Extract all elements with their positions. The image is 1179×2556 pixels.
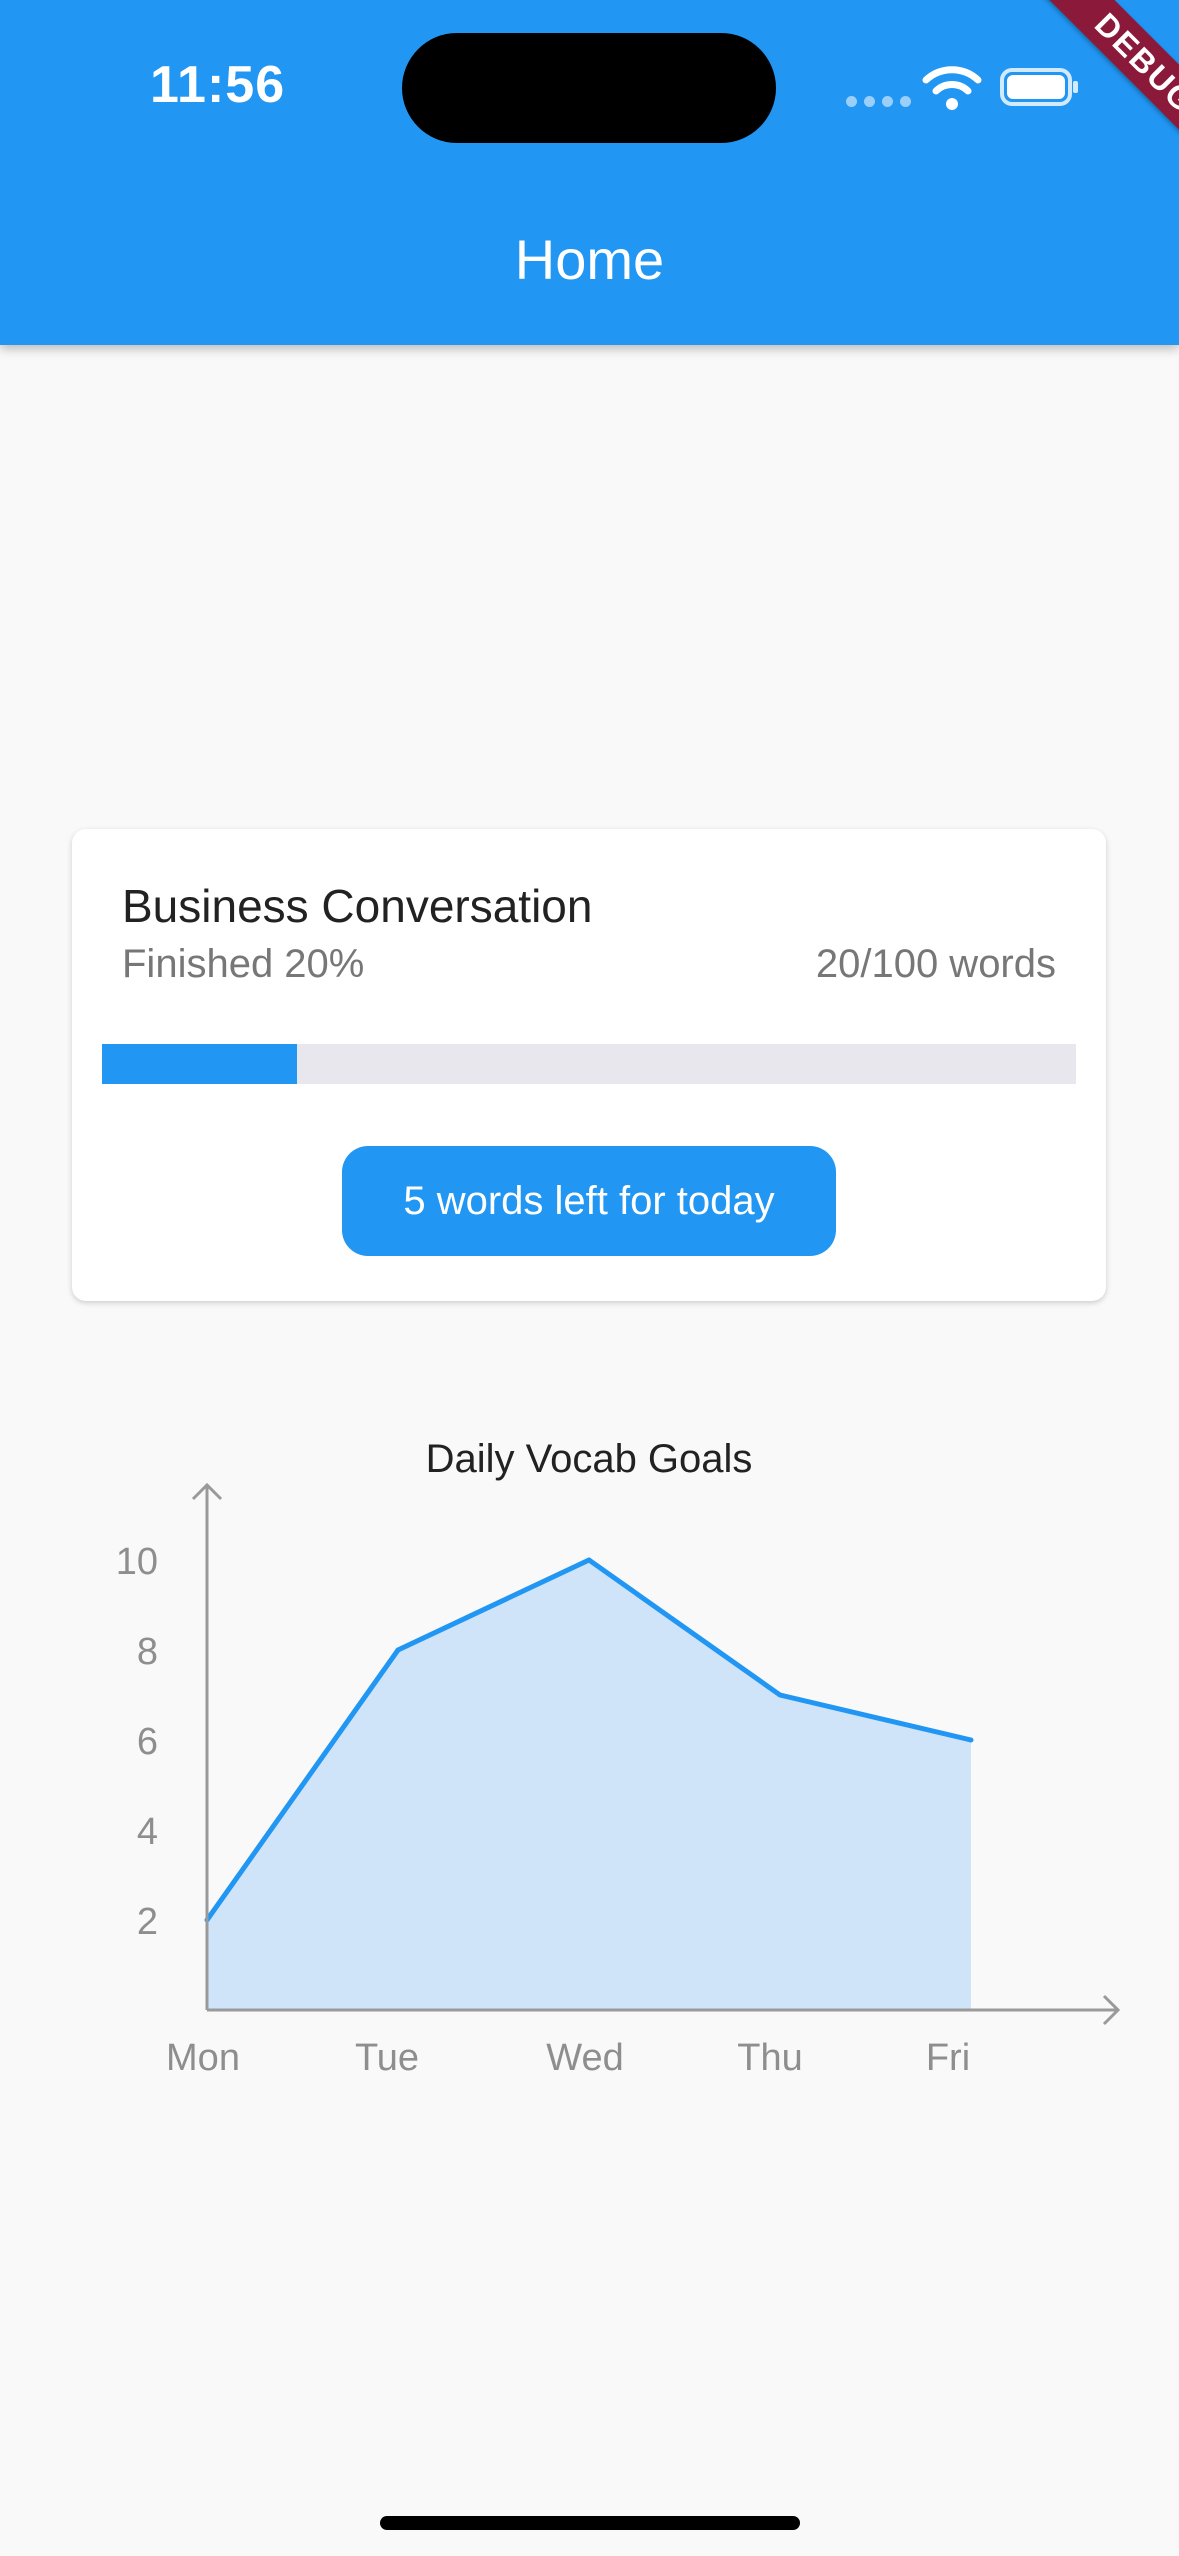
course-title: Business Conversation [122, 880, 593, 932]
wifi-icon [922, 66, 982, 110]
data-point-fri [968, 1737, 974, 1743]
progress-bar-fill [102, 1044, 297, 1084]
words-count: 20/100 words [815, 942, 1056, 986]
finished-percent: Finished 20% [122, 942, 365, 986]
daily-vocab-chart: Daily Vocab Goals 2 4 6 8 10 Mon Tue Wed Thu Fri [116, 1437, 1121, 2079]
x-tick-label: Thu [737, 2037, 802, 2079]
app-bar: 11:56 DEBUG Home [0, 0, 1179, 345]
chart-title: Daily Vocab Goals [426, 1437, 753, 1481]
y-tick-label: 10 [116, 1541, 158, 1583]
x-tick-label: Fri [926, 2037, 970, 2079]
progress-bar [102, 1044, 1076, 1084]
x-tick-label: Wed [546, 2037, 623, 2079]
home-indicator [380, 2516, 800, 2530]
dynamic-island [402, 33, 776, 143]
y-tick-label: 4 [137, 1811, 158, 1853]
words-left-button[interactable]: 5 words left for today [342, 1146, 836, 1256]
data-point-thu [777, 1692, 783, 1698]
y-tick-label: 6 [137, 1721, 158, 1763]
course-progress-card[interactable]: Business Conversation Finished 20% 20/10… [72, 829, 1106, 1301]
data-point-tue [395, 1647, 401, 1653]
x-tick-label: Tue [355, 2037, 419, 2079]
status-time: 11:56 [150, 56, 286, 114]
x-tick-label: Mon [166, 2037, 240, 2079]
y-tick-label: 8 [137, 1631, 158, 1673]
page-title: Home [514, 228, 665, 291]
y-tick-label: 2 [137, 1901, 158, 1943]
series-area [207, 1560, 971, 2010]
cellular-signal-icon [846, 96, 911, 107]
battery-icon [1000, 68, 1078, 106]
data-point-wed [586, 1557, 592, 1563]
